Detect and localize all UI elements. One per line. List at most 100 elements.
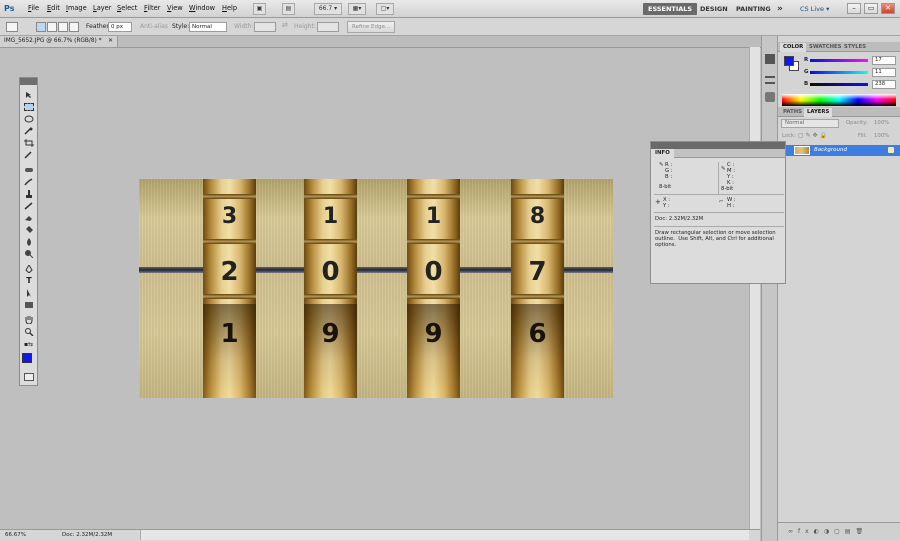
layer-row-background[interactable]: ● Background xyxy=(778,145,900,156)
status-zoom[interactable]: 66.67% xyxy=(5,532,26,538)
anti-alias-checkbox[interactable]: Anti-alias xyxy=(140,23,168,30)
workspace-overflow-icon[interactable]: » xyxy=(777,3,783,15)
hand-tool-icon[interactable] xyxy=(24,316,34,324)
document-tab[interactable]: IMG_5652.JPG @ 66.7% (RGB/8) * ✕ xyxy=(0,36,118,47)
style-select[interactable]: Normal xyxy=(189,22,227,32)
history-brush-icon[interactable] xyxy=(24,202,34,210)
paint-bucket-icon[interactable] xyxy=(24,226,34,234)
color-spectrum-ramp[interactable] xyxy=(782,94,896,106)
info-xy-values: X : Y : xyxy=(663,197,671,209)
restore-icon[interactable]: ▭ xyxy=(864,3,878,14)
blend-mode-select[interactable]: Normal xyxy=(781,119,839,128)
red-value-input[interactable]: 17 xyxy=(872,56,896,65)
menu-view[interactable]: View xyxy=(167,4,183,12)
horizontal-scrollbar[interactable] xyxy=(140,530,749,540)
refine-edge-button[interactable]: Refine Edge... xyxy=(347,21,396,33)
menu-help[interactable]: Help xyxy=(222,4,237,12)
zoom-level-value: 66.7 xyxy=(318,5,333,12)
tab-layers[interactable]: LAYERS xyxy=(804,108,833,117)
eraser-tool-icon[interactable] xyxy=(24,214,34,222)
dodge-tool-icon[interactable] xyxy=(24,250,34,258)
lock-wheel: 1 0 9 xyxy=(407,179,460,398)
add-to-selection-icon[interactable] xyxy=(47,22,57,32)
lasso-tool-icon[interactable] xyxy=(24,115,34,123)
quick-selection-tool-icon[interactable] xyxy=(24,127,34,135)
clone-stamp-tool-icon[interactable] xyxy=(24,190,34,198)
vertical-scrollbar[interactable] xyxy=(749,47,760,529)
menu-filter[interactable]: Filter xyxy=(144,4,160,12)
brushes-panel-icon[interactable] xyxy=(765,92,775,102)
mini-bridge-icon[interactable]: ▤ xyxy=(282,3,295,15)
blur-tool-icon[interactable] xyxy=(24,238,34,246)
green-slider[interactable] xyxy=(810,71,868,74)
workspace-painting[interactable]: PAINTING xyxy=(736,3,771,15)
pen-tool-icon[interactable] xyxy=(24,265,34,273)
brush-tool-icon[interactable] xyxy=(24,178,34,186)
menu-layer[interactable]: Layer xyxy=(93,4,111,12)
collapsed-panels-strip xyxy=(761,36,777,541)
rectangular-marquee-tool-icon[interactable] xyxy=(24,103,34,111)
wheel-rib xyxy=(407,194,460,199)
blue-slider[interactable] xyxy=(810,83,868,86)
tab-paths[interactable]: PATHS xyxy=(780,108,805,117)
feather-input[interactable]: 0 px xyxy=(108,22,132,32)
wheel-digit-bottom: 9 xyxy=(424,319,443,349)
height-input[interactable] xyxy=(317,22,339,32)
info-bit-depth-left: 8-bit xyxy=(659,184,672,190)
workspace-design[interactable]: DESIGN xyxy=(700,3,728,15)
info-panel-tabs: INFO xyxy=(651,149,785,158)
menu-edit[interactable]: Edit xyxy=(47,4,60,12)
fill-input[interactable]: 100% xyxy=(874,133,889,139)
lock-options-icon[interactable]: ▢ ✎ ✥ 🔒 xyxy=(798,132,827,139)
move-tool-icon[interactable] xyxy=(24,91,34,99)
path-selection-icon[interactable] xyxy=(24,289,34,297)
zoom-tool-icon[interactable] xyxy=(24,328,34,336)
default-colors-icon[interactable]: ▪⇆ xyxy=(24,341,34,349)
marquee-tool-preset-icon[interactable] xyxy=(6,22,18,32)
navigator-panel-icon[interactable] xyxy=(765,54,775,64)
type-tool-icon[interactable]: T xyxy=(24,277,34,285)
adjustments-panel-icon[interactable] xyxy=(765,76,775,84)
layers-panel-footer-icons[interactable]: ∞fx◐◑▢▤🗑 xyxy=(778,522,900,540)
zoom-level-dropdown[interactable]: 66.7 ▾ xyxy=(314,3,342,15)
layer-lock-icon xyxy=(888,147,894,153)
menu-select[interactable]: Select xyxy=(117,4,137,12)
status-doc-size: Doc: 2.32M/2.32M xyxy=(62,532,113,538)
crop-tool-icon[interactable] xyxy=(24,139,34,147)
info-panel-header[interactable] xyxy=(651,142,785,149)
swap-width-height-icon[interactable]: ⇄ xyxy=(282,21,288,29)
width-input[interactable] xyxy=(254,22,276,32)
options-bar: Feather: 0 px Anti-alias Style: Normal W… xyxy=(0,18,900,36)
cs-live-button[interactable]: CS Live ▾ xyxy=(800,3,829,15)
red-slider[interactable] xyxy=(810,59,868,62)
tab-info[interactable]: INFO xyxy=(651,149,674,158)
menu-image[interactable]: Image xyxy=(66,4,87,12)
quick-mask-icon[interactable] xyxy=(24,373,34,381)
screen-mode-icon[interactable]: ▢▾ xyxy=(376,3,394,15)
close-icon[interactable]: ✕ xyxy=(881,3,895,14)
bridge-icon[interactable]: ▣ xyxy=(253,3,266,15)
eyedropper-tool-icon[interactable] xyxy=(24,151,34,159)
tools-panel-header[interactable] xyxy=(20,78,37,85)
arrange-documents-icon[interactable]: ▦▾ xyxy=(348,3,366,15)
new-selection-icon[interactable] xyxy=(36,22,46,32)
workspace-essentials[interactable]: ESSENTIALS xyxy=(643,3,698,15)
blue-value-input[interactable]: 238 xyxy=(872,80,896,89)
wheel-digit-middle: 0 xyxy=(321,257,340,287)
tab-swatches[interactable]: SWATCHES xyxy=(806,43,844,52)
intersect-selection-icon[interactable] xyxy=(69,22,79,32)
minimize-icon[interactable]: – xyxy=(847,3,861,14)
menu-file[interactable]: File xyxy=(28,4,39,12)
subtract-from-selection-icon[interactable] xyxy=(58,22,68,32)
document-image[interactable]: 3 2 1 1 0 9 1 0 9 8 7 6 xyxy=(139,179,613,398)
green-value-input[interactable]: 11 xyxy=(872,68,896,77)
foreground-color-swatch[interactable] xyxy=(22,353,32,363)
color-foreground-swatch[interactable] xyxy=(784,56,794,66)
close-document-icon[interactable]: ✕ xyxy=(108,36,113,47)
spot-healing-brush-icon[interactable] xyxy=(24,166,34,174)
tab-color[interactable]: COLOR xyxy=(780,43,807,52)
rectangle-tool-icon[interactable] xyxy=(24,301,34,309)
tab-styles[interactable]: STYLES xyxy=(841,43,869,52)
menu-window[interactable]: Window xyxy=(189,4,215,12)
opacity-input[interactable]: 100% xyxy=(874,120,889,126)
